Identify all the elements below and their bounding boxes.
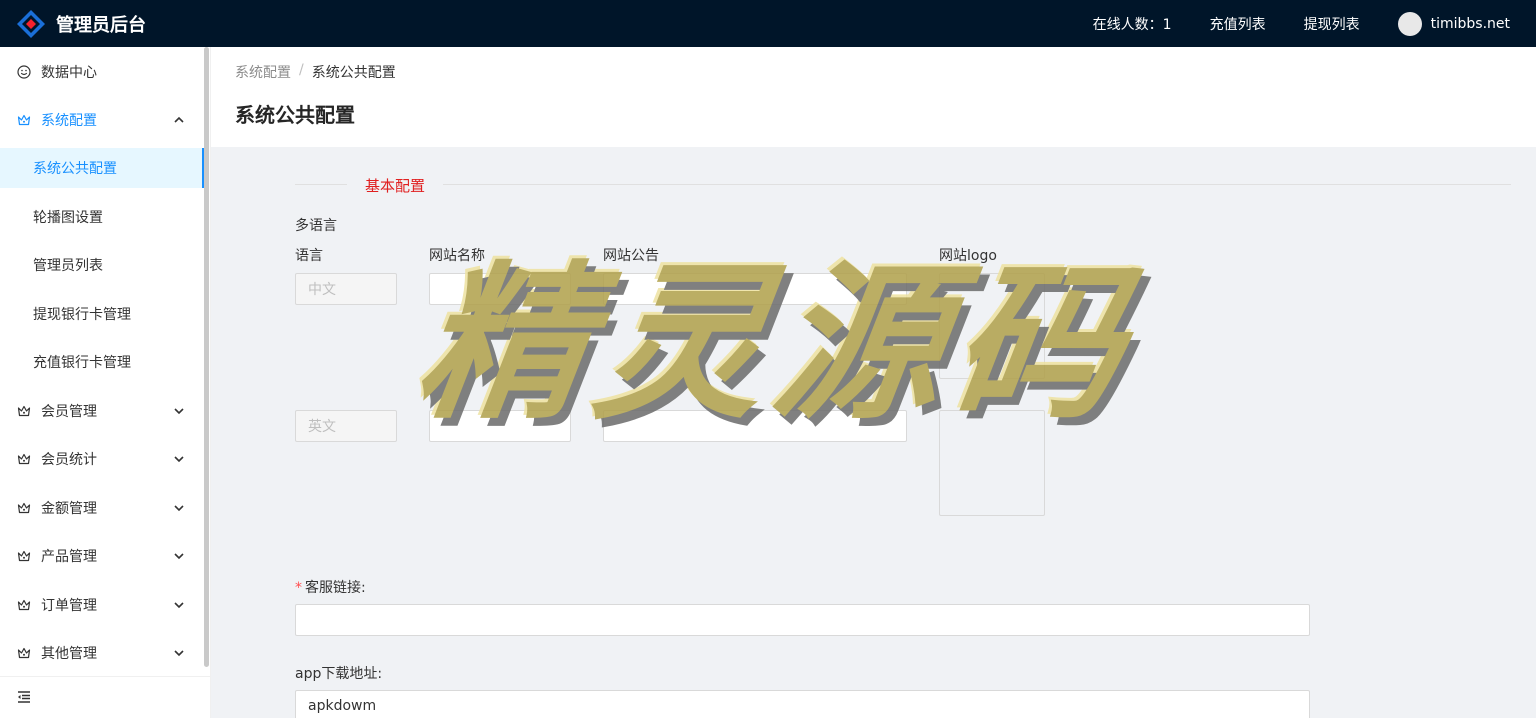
crown-icon — [16, 597, 32, 613]
sidebar-subitem-label: 提现银行卡管理 — [33, 307, 131, 323]
sidebar-item-orders[interactable]: 订单管理 — [0, 585, 205, 625]
sidebar-item-label: 会员管理 — [41, 404, 97, 420]
page-header: 系统配置 / 系统公共配置 系统公共配置 — [211, 47, 1536, 147]
sidebar-subitem-label: 系统公共配置 — [33, 161, 117, 177]
logo-zh-upload[interactable] — [939, 273, 1045, 379]
chevron-down-icon[interactable] — [171, 597, 187, 613]
service-link-label: * 客服链接: — [295, 580, 366, 596]
sidebar-item-label: 数据中心 — [41, 65, 97, 81]
app-title: 管理员后台 — [56, 14, 146, 36]
site-name-zh-input[interactable] — [429, 273, 571, 305]
service-link-input[interactable] — [295, 604, 1310, 636]
page-title: 系统公共配置 — [235, 103, 355, 127]
notice-zh-input[interactable] — [603, 273, 907, 305]
chevron-down-icon[interactable] — [171, 451, 187, 467]
sidebar-item-members[interactable]: 会员管理 — [0, 391, 205, 431]
sidebar-collapse-bar[interactable] — [0, 676, 210, 718]
col-logo-label: 网站logo — [939, 248, 997, 264]
sidebar-subitem-label: 充值银行卡管理 — [33, 355, 131, 371]
col-language-label: 语言 — [295, 248, 323, 264]
sidebar: 数据中心 系统配置 系统公共配置 轮播图设置 管理员列表 提现银行卡管理 充值银… — [0, 47, 211, 718]
chevron-down-icon[interactable] — [171, 403, 187, 419]
sidebar-subitem-recharge-bank[interactable]: 充值银行卡管理 — [0, 342, 205, 382]
recharge-list-link[interactable]: 充值列表 — [1210, 14, 1266, 34]
sidebar-item-label: 其他管理 — [41, 646, 97, 662]
sidebar-subitem-withdraw-bank[interactable]: 提现银行卡管理 — [0, 294, 205, 334]
sidebar-item-label: 会员统计 — [41, 452, 97, 468]
crown-icon — [16, 403, 32, 419]
online-count: 在线人数：1 — [1092, 16, 1172, 33]
sidebar-subitem-system-public-config[interactable]: 系统公共配置 — [0, 148, 205, 188]
sidebar-subitem-carousel[interactable]: 轮播图设置 — [0, 197, 205, 237]
crown-icon — [16, 451, 32, 467]
required-mark: * — [295, 580, 302, 596]
menu-fold-icon[interactable] — [16, 689, 32, 705]
sidebar-item-products[interactable]: 产品管理 — [0, 536, 205, 576]
breadcrumb-parent[interactable]: 系统配置 — [235, 62, 291, 82]
multilang-label: 多语言 — [295, 218, 337, 234]
smile-icon — [16, 64, 32, 80]
lang-zh-field: 中文 — [295, 273, 397, 305]
sidebar-scrollbar[interactable] — [204, 47, 209, 667]
col-notice-label: 网站公告 — [603, 248, 659, 264]
section-title: 基本配置 — [347, 175, 444, 196]
logo-icon — [17, 9, 45, 38]
username: timibbs.net — [1430, 15, 1510, 32]
sidebar-item-label: 产品管理 — [41, 549, 97, 565]
col-site-name-label: 网站名称 — [429, 248, 485, 264]
sidebar-item-label: 金额管理 — [41, 501, 97, 517]
sidebar-item-label: 系统配置 — [41, 113, 97, 129]
breadcrumb-separator: / — [299, 62, 304, 78]
chevron-up-icon[interactable] — [171, 112, 187, 128]
sidebar-item-others[interactable]: 其他管理 — [0, 633, 205, 673]
sidebar-item-amount[interactable]: 金额管理 — [0, 488, 205, 528]
breadcrumb: 系统配置 / 系统公共配置 — [235, 62, 396, 82]
app-download-input[interactable]: apkdowm — [295, 690, 1310, 718]
crown-icon — [16, 548, 32, 564]
main-content: 基本配置 多语言 语言 网站名称 网站公告 网站logo 中文 英文 * 客服链接… — [211, 147, 1536, 718]
breadcrumb-current: 系统公共配置 — [311, 65, 396, 81]
chevron-down-icon[interactable] — [171, 548, 187, 564]
sidebar-item-label: 订单管理 — [41, 598, 97, 614]
app-download-label: app下载地址: — [295, 666, 383, 682]
sidebar-subitem-label: 轮播图设置 — [33, 210, 103, 226]
withdraw-list-link[interactable]: 提现列表 — [1304, 14, 1360, 34]
sidebar-subitem-label: 管理员列表 — [33, 258, 103, 274]
crown-icon — [16, 112, 32, 128]
crown-icon — [16, 645, 32, 661]
user-menu[interactable]: timibbs.net — [1397, 11, 1510, 36]
sidebar-subitem-admin-list[interactable]: 管理员列表 — [0, 245, 205, 285]
section-divider — [295, 184, 1511, 185]
sidebar-item-member-stats[interactable]: 会员统计 — [0, 439, 205, 479]
site-name-en-input[interactable] — [429, 410, 571, 442]
logo-en-upload[interactable] — [939, 410, 1045, 516]
top-header: 管理员后台 在线人数：1 充值列表 提现列表 timibbs.net — [0, 0, 1536, 47]
avatar — [1397, 11, 1422, 36]
lang-en-field: 英文 — [295, 410, 397, 442]
crown-icon — [16, 500, 32, 516]
logo[interactable]: 管理员后台 — [0, 9, 210, 39]
notice-en-input[interactable] — [603, 410, 907, 442]
sidebar-item-system-config[interactable]: 系统配置 — [0, 100, 205, 140]
sidebar-item-data-center[interactable]: 数据中心 — [0, 52, 205, 92]
chevron-down-icon[interactable] — [171, 645, 187, 661]
chevron-down-icon[interactable] — [171, 500, 187, 516]
